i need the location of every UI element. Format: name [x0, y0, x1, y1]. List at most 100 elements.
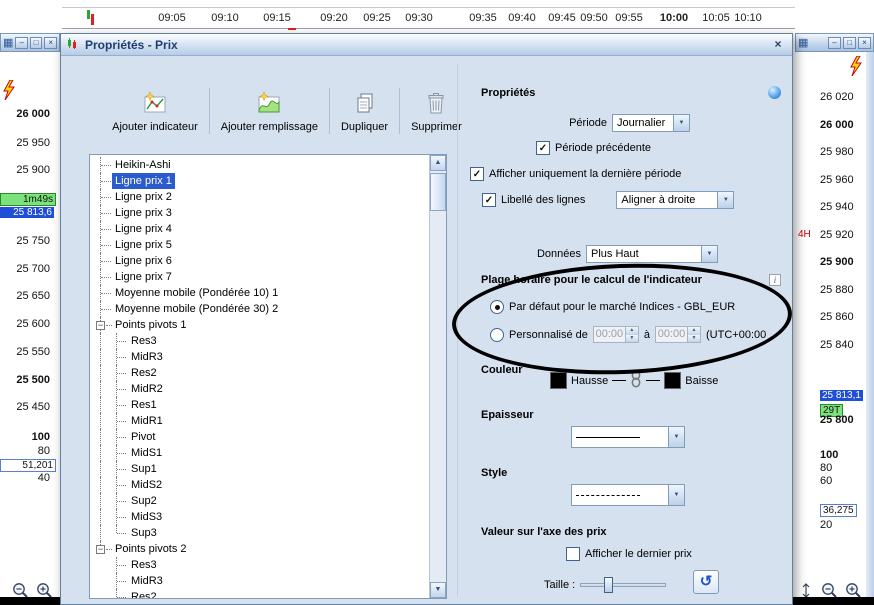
minimize-button[interactable]: –	[15, 36, 28, 49]
tree-item[interactable]: − Points pivots 1	[90, 317, 429, 333]
dialog-titlebar[interactable]: Propriétés - Prix ×	[61, 34, 792, 56]
down-color-label: Baisse	[685, 374, 719, 387]
tree-item[interactable]: Moyenne mobile (Pondérée 30) 2	[90, 301, 429, 317]
help-sphere-icon[interactable]	[768, 86, 781, 99]
chevron-down-icon[interactable]: ▼	[668, 485, 684, 505]
tree-item[interactable]: Ligne prix 6	[90, 253, 429, 269]
candle-decor-green	[87, 10, 90, 19]
previous-period-row: ✓ Période précédente	[536, 141, 651, 155]
tree-item[interactable]: MidR1	[90, 413, 429, 429]
period-dropdown[interactable]: Journalier ▼	[612, 114, 690, 132]
maximize-button[interactable]: □	[29, 36, 43, 49]
tree-item[interactable]: MidS2	[90, 477, 429, 493]
bottom-bar	[0, 597, 62, 605]
tree-item[interactable]: Sup1	[90, 461, 429, 477]
info-icon[interactable]: i	[769, 274, 781, 286]
show-last-price-checkbox[interactable]	[566, 547, 580, 561]
time-label: 09:05	[158, 12, 186, 24]
tree-item[interactable]: Sup3	[90, 525, 429, 541]
tree-item[interactable]: − Points pivots 2	[90, 541, 429, 557]
chevron-down-icon[interactable]: ▼	[717, 192, 734, 208]
reset-button[interactable]: ↺	[693, 570, 719, 594]
data-dropdown[interactable]: Plus Haut ▼	[586, 245, 718, 263]
scrollbar-thumb[interactable]	[430, 173, 446, 211]
delete-button[interactable]: Supprimer	[402, 88, 471, 135]
tree-item[interactable]: Res2	[90, 365, 429, 381]
tree-item[interactable]: Heikin-Ashi	[90, 157, 429, 173]
tree-scrollbar[interactable]: ▲ ▼	[429, 155, 446, 598]
tree-item[interactable]: Res3	[90, 557, 429, 573]
properties-dialog: Propriétés - Prix × Ajouter indicateur A…	[60, 33, 793, 605]
slider-thumb[interactable]	[604, 577, 614, 593]
chevron-down-icon[interactable]: ▼	[701, 246, 717, 262]
spin-down-icon[interactable]: ▼	[688, 334, 701, 342]
tree-item[interactable]: Ligne prix 5	[90, 237, 429, 253]
tree-item[interactable]: MidR3	[90, 349, 429, 365]
to-label: à	[643, 328, 651, 341]
tree-item-label: MidR3	[131, 351, 163, 363]
grid-icon: ▦	[3, 36, 14, 49]
scroll-down-icon[interactable]: ▼	[430, 582, 446, 598]
scroll-up-icon[interactable]: ▲	[430, 155, 446, 171]
tree-item[interactable]: MidR2	[90, 381, 429, 397]
link-colors-icon[interactable]	[630, 370, 642, 391]
add-fill-button[interactable]: Ajouter remplissage	[212, 88, 327, 135]
add-fill-icon	[256, 90, 282, 119]
tree-item[interactable]: Ligne prix 1	[90, 173, 429, 189]
tree-item[interactable]: Res1	[90, 397, 429, 413]
collapse-icon[interactable]: −	[96, 321, 105, 330]
spin-up-icon[interactable]: ▲	[688, 327, 701, 335]
tree-item[interactable]: Res2	[90, 589, 429, 598]
period-value: Journalier	[617, 117, 666, 129]
tree-item[interactable]: Ligne prix 4	[90, 221, 429, 237]
tree-item[interactable]: Sup2	[90, 493, 429, 509]
tree-item[interactable]: Pivot	[90, 429, 429, 445]
up-color-swatch[interactable]	[550, 372, 567, 389]
properties-header: Propriétés	[481, 86, 536, 99]
line-labels-checkbox[interactable]: ✓	[482, 193, 496, 207]
tree-item[interactable]: MidS3	[90, 509, 429, 525]
tree-item[interactable]: MidS1	[90, 445, 429, 461]
tree-item-label: Ligne prix 2	[115, 191, 172, 203]
close-button[interactable]: ×	[44, 36, 57, 49]
time-label: 10:00	[659, 12, 689, 24]
close-icon[interactable]: ×	[770, 37, 786, 52]
add-indicator-button[interactable]: Ajouter indicateur	[103, 88, 207, 135]
lightning-icon[interactable]	[849, 55, 863, 79]
spin-up-icon[interactable]: ▲	[625, 327, 638, 335]
time-from-spinner[interactable]: 00:00 ▲ ▼	[592, 326, 639, 343]
tree-item[interactable]: Ligne prix 3	[90, 205, 429, 221]
button-label: Supprimer	[411, 120, 462, 133]
collapse-icon[interactable]: −	[96, 545, 105, 554]
tree-item[interactable]: MidR3	[90, 573, 429, 589]
time-to-spinner[interactable]: 00:00 ▲ ▼	[655, 326, 702, 343]
chevron-down-icon[interactable]: ▼	[673, 115, 689, 131]
minimize-button[interactable]: –	[828, 36, 841, 49]
tree-item[interactable]: Res3	[90, 333, 429, 349]
spin-down-icon[interactable]: ▼	[625, 334, 638, 342]
tree-item[interactable]: Ligne prix 2	[90, 189, 429, 205]
tree-item-label: Res1	[131, 399, 157, 411]
custom-time-row: Personnalisé de 00:00 ▲ ▼ à 00:00 ▲ ▼ (UTC…	[490, 326, 766, 343]
default-market-radio[interactable]	[490, 300, 504, 314]
previous-period-checkbox[interactable]: ✓	[536, 141, 550, 155]
style-dropdown[interactable]: ▼	[571, 484, 685, 506]
show-last-price-label: Afficher le dernier prix	[585, 548, 692, 560]
chevron-down-icon[interactable]: ▼	[668, 427, 684, 447]
duplicate-button[interactable]: Dupliquer	[332, 88, 397, 135]
custom-time-radio[interactable]	[490, 327, 504, 342]
tree-item[interactable]: Ligne prix 7	[90, 269, 429, 285]
tree-item-label: MidR1	[131, 415, 163, 427]
lightning-icon[interactable]	[2, 79, 16, 103]
thickness-dropdown[interactable]: ▼	[571, 426, 685, 448]
show-last-period-checkbox[interactable]: ✓	[470, 167, 484, 181]
size-slider[interactable]	[580, 576, 667, 594]
close-button[interactable]: ×	[858, 36, 871, 49]
align-dropdown[interactable]: Aligner à droite ▼	[616, 191, 735, 209]
tree-item-label: Ligne prix 5	[115, 239, 172, 251]
maximize-button[interactable]: □	[843, 36, 856, 49]
down-color-swatch[interactable]	[664, 372, 682, 389]
tree-item[interactable]: Moyenne mobile (Pondérée 10) 1	[90, 285, 429, 301]
tree-item-label: MidS1	[131, 447, 163, 459]
left-window-titlebar: ▦ – □ ×	[0, 33, 60, 52]
